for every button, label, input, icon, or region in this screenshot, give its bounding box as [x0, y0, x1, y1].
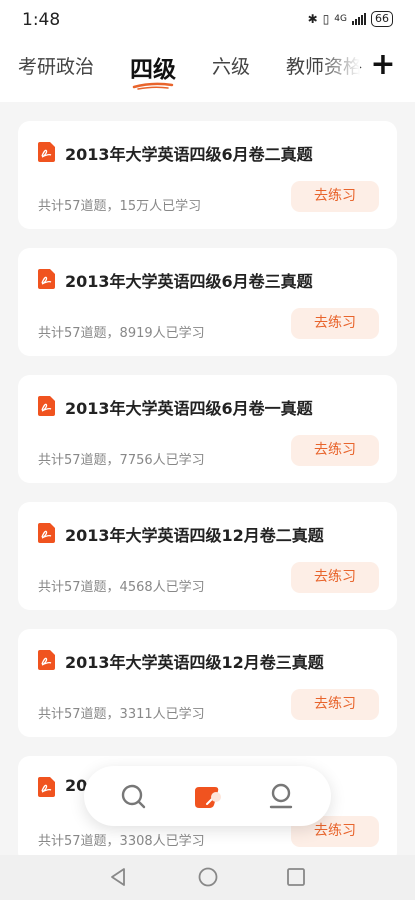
status-time: 1:48 — [22, 10, 61, 30]
exam-card[interactable]: 2013年大学英语四级6月卷三真题 共计57道题，8919人已学习 去练习 — [18, 248, 397, 356]
system-nav-bar — [0, 855, 415, 900]
exam-card[interactable]: 2013年大学英语四级12月卷三真题 共计57道题，3311人已学习 去练习 — [18, 629, 397, 737]
active-tab-indicator — [132, 82, 174, 90]
exam-meta: 共计57道题，3311人已学习 — [38, 707, 205, 722]
battery-icon: 66 — [371, 11, 393, 27]
pdf-icon — [38, 650, 55, 670]
pdf-icon — [38, 142, 55, 162]
recents-icon[interactable] — [285, 866, 307, 888]
vibrate-icon: ▯ — [322, 12, 330, 26]
exam-card[interactable]: 2013年大学英语四级6月卷一真题 共计57道题，7756人已学习 去练习 — [18, 375, 397, 483]
exam-meta: 共计57道题，7756人已学习 — [38, 453, 205, 468]
exam-title: 2013年大学英语四级6月卷一真题 — [65, 399, 313, 418]
signal-icon — [352, 13, 366, 25]
practice-button[interactable]: 去练习 — [291, 562, 379, 593]
practice-button[interactable]: 去练习 — [291, 181, 379, 212]
practice-icon[interactable] — [190, 780, 224, 814]
status-bar: 1:48 ✱ ▯ 4G 66 — [0, 0, 415, 42]
add-tab-button[interactable]: + — [366, 48, 400, 82]
search-icon[interactable] — [117, 780, 151, 814]
tab-fade — [320, 42, 360, 102]
exam-title: 2013年大学英语四级6月卷二真题 — [65, 145, 313, 164]
tab-cet4[interactable]: 四级 — [130, 50, 176, 84]
pdf-icon — [38, 523, 55, 543]
exam-meta: 共计57道题，3308人已学习 — [38, 834, 205, 849]
tab-cet6[interactable]: 六级 — [212, 52, 250, 79]
profile-icon[interactable] — [264, 780, 298, 814]
exam-title: 2013年大学英语四级12月卷三真题 — [65, 653, 324, 672]
pdf-icon — [38, 396, 55, 416]
floating-nav — [84, 766, 331, 826]
tab-kaoyan-politics[interactable]: 考研政治 — [18, 52, 94, 79]
status-icons: ✱ ▯ 4G 66 — [308, 11, 393, 27]
exam-title: 2013年大学英语四级6月卷三真题 — [65, 272, 313, 291]
exam-meta: 共计57道题，8919人已学习 — [38, 326, 205, 341]
practice-button[interactable]: 去练习 — [291, 435, 379, 466]
back-icon[interactable] — [108, 866, 130, 888]
practice-button[interactable]: 去练习 — [291, 308, 379, 339]
exam-meta: 共计57道题，4568人已学习 — [38, 580, 205, 595]
pdf-icon — [38, 777, 55, 797]
exam-card[interactable]: 2013年大学英语四级6月卷二真题 共计57道题，15万人已学习 去练习 — [18, 121, 397, 229]
exam-card[interactable]: 2013年大学英语四级12月卷二真题 共计57道题，4568人已学习 去练习 — [18, 502, 397, 610]
bluetooth-icon: ✱ — [307, 12, 318, 26]
practice-button[interactable]: 去练习 — [291, 689, 379, 720]
home-icon[interactable] — [197, 866, 219, 888]
exam-meta: 共计57道题，15万人已学习 — [38, 199, 202, 214]
network-type: 4G — [334, 14, 347, 24]
exam-title: 2013年大学英语四级12月卷二真题 — [65, 526, 324, 545]
pdf-icon — [38, 269, 55, 289]
tab-bar: 考研政治 四级 六级 教师资格 + — [0, 42, 415, 102]
